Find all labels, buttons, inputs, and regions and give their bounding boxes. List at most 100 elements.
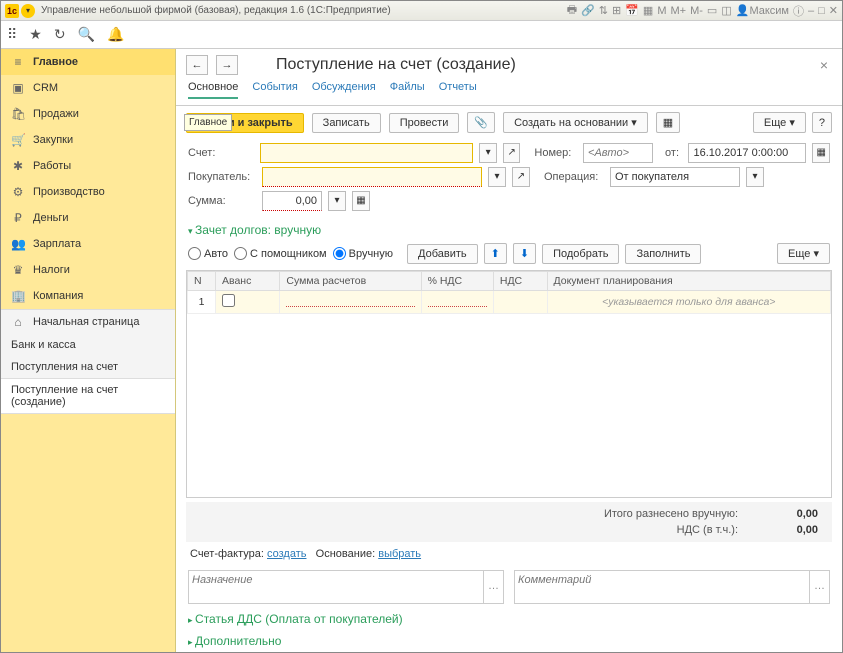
table-row[interactable]: 1 <указывается только для аванса> (188, 291, 831, 314)
sidebar-item-purchases[interactable]: 🛒Закупки (1, 127, 175, 153)
account-input[interactable] (260, 143, 474, 163)
col-vat[interactable]: НДС (493, 272, 547, 291)
nav-back-button[interactable]: ← (186, 55, 208, 75)
section-additional[interactable]: Дополнительно (176, 630, 842, 652)
sidebar-sub-receipts[interactable]: Поступления на счет (1, 356, 175, 378)
create-based-button[interactable]: Создать на основании ▾ (503, 112, 648, 133)
compare-icon[interactable]: ⇅ (599, 4, 608, 17)
col-n[interactable]: N (188, 272, 216, 291)
sum-input[interactable] (262, 191, 322, 211)
calc-icon[interactable]: ⊞ (612, 4, 621, 17)
more-button[interactable]: Еще ▾ (753, 112, 806, 133)
advance-checkbox[interactable] (222, 294, 235, 307)
sidebar-item-main[interactable]: ≡Главное (1, 49, 175, 75)
date-input[interactable] (688, 143, 806, 163)
radio-auto[interactable]: Авто (188, 247, 228, 260)
cell-vat[interactable] (493, 291, 547, 314)
print-icon[interactable]: 🖶 (567, 1, 577, 20)
buyer-input[interactable] (262, 167, 482, 187)
bell-icon[interactable]: 🔔 (107, 26, 124, 43)
user-label[interactable]: 👤Максим (736, 4, 789, 17)
textareas-row: … … (176, 566, 842, 608)
sidebar-sub-bank[interactable]: Банк и касса (1, 334, 175, 356)
sidebar-item-taxes[interactable]: ♛Налоги (1, 257, 175, 283)
radio-manual[interactable]: Вручную (333, 247, 393, 260)
operation-dropdown[interactable]: ▾ (746, 167, 764, 187)
main-area: ← → Поступление на счет (создание) × Осн… (176, 49, 842, 652)
number-input[interactable] (583, 143, 653, 163)
history-icon[interactable]: ↻ (54, 26, 66, 43)
sum-dropdown[interactable]: ▾ (328, 191, 346, 211)
fill-button[interactable]: Заполнить (625, 244, 701, 264)
nav-forward-button[interactable]: → (216, 55, 238, 75)
sidebar-item-company[interactable]: 🏢Компания (1, 283, 175, 309)
attach-button[interactable]: 📎 (467, 112, 495, 133)
save-button[interactable]: Записать (312, 113, 381, 133)
payments-grid[interactable]: N Аванс Сумма расчетов % НДС НДС Докумен… (186, 270, 832, 498)
close-window-icon[interactable]: ✕ (829, 4, 838, 17)
account-dropdown[interactable]: ▾ (479, 143, 497, 163)
m-icon[interactable]: M (657, 5, 666, 17)
sidebar-item-money[interactable]: ₽Деньги (1, 205, 175, 231)
calendar-icon[interactable]: 📅 (625, 4, 639, 17)
link-icon[interactable]: 🔗 (581, 4, 595, 17)
sidebar-sub-receipt-create[interactable]: Поступление на счет (создание) (1, 378, 175, 414)
m-plus-icon[interactable]: M+ (671, 5, 687, 17)
invoice-create-link[interactable]: создать (267, 548, 306, 560)
post-button[interactable]: Провести (389, 113, 460, 133)
tab-main[interactable]: Основное (188, 81, 238, 99)
sidebar-item-works[interactable]: ✱Работы (1, 153, 175, 179)
date-picker-button[interactable]: ▦ (812, 143, 830, 163)
cell-plan[interactable]: <указывается только для аванса> (547, 291, 830, 314)
report-button[interactable]: ▦ (656, 112, 680, 133)
purpose-textarea[interactable] (188, 570, 484, 604)
comment-expand[interactable]: … (810, 570, 830, 604)
col-advance[interactable]: Аванс (216, 272, 280, 291)
section-dds[interactable]: Статья ДДС (Оплата от покупателей) (176, 608, 842, 630)
tab-files[interactable]: Файлы (390, 81, 425, 99)
panel-icon[interactable]: ◫ (721, 4, 731, 17)
search-icon[interactable]: 🔍 (78, 26, 95, 43)
move-down-button[interactable]: ⬇ (513, 243, 536, 264)
base-pick-link[interactable]: выбрать (378, 548, 421, 560)
account-open[interactable]: ↗ (503, 143, 521, 163)
section-debts[interactable]: Зачет долгов: вручную (176, 219, 842, 241)
tab-events[interactable]: События (252, 81, 297, 99)
col-vatpct[interactable]: % НДС (421, 272, 493, 291)
info-icon[interactable]: ⓘ (793, 3, 804, 19)
tab-discussions[interactable]: Обсуждения (312, 81, 376, 99)
col-plan[interactable]: Документ планирования (547, 272, 830, 291)
grid-more-button[interactable]: Еще ▾ (777, 243, 830, 264)
tab-reports[interactable]: Отчеты (439, 81, 477, 99)
cell-vatpct[interactable] (421, 291, 493, 314)
maximize-icon[interactable]: □ (818, 5, 825, 17)
base-label: Основание: (316, 548, 375, 560)
apps-icon[interactable]: ⠿ (7, 26, 17, 43)
m-minus-icon[interactable]: M- (690, 5, 703, 17)
buyer-dropdown[interactable]: ▾ (488, 167, 506, 187)
minimize-icon[interactable]: – (808, 5, 814, 17)
comment-textarea[interactable] (514, 570, 810, 604)
cell-sum[interactable] (280, 291, 421, 314)
purpose-expand[interactable]: … (484, 570, 504, 604)
move-up-button[interactable]: ⬆ (484, 243, 507, 264)
sidebar-item-sales[interactable]: 🛍Продажи (1, 101, 175, 127)
help-button[interactable]: ? (812, 112, 832, 133)
sidebar-item-crm[interactable]: ▣CRM (1, 75, 175, 101)
windows-icon[interactable]: ▭ (707, 4, 717, 17)
close-doc-button[interactable]: × (820, 57, 828, 73)
col-sum[interactable]: Сумма расчетов (280, 272, 421, 291)
app-menu-dropdown[interactable]: ▾ (21, 4, 35, 18)
sum-calc[interactable]: ▦ (352, 191, 370, 211)
sidebar-item-salary[interactable]: 👥Зарплата (1, 231, 175, 257)
sidebar-item-production[interactable]: ⚙Производство (1, 179, 175, 205)
sidebar-sub-home[interactable]: ⌂Начальная страница (1, 310, 175, 334)
pick-button[interactable]: Подобрать (542, 244, 619, 264)
add-row-button[interactable]: Добавить (407, 244, 478, 264)
schedule-icon[interactable]: ▦ (643, 4, 653, 17)
radio-assist[interactable]: С помощником (234, 247, 327, 260)
star-icon[interactable]: ★ (29, 26, 42, 43)
buyer-open[interactable]: ↗ (512, 167, 530, 187)
cell-advance[interactable] (216, 291, 280, 314)
operation-input[interactable] (610, 167, 740, 187)
